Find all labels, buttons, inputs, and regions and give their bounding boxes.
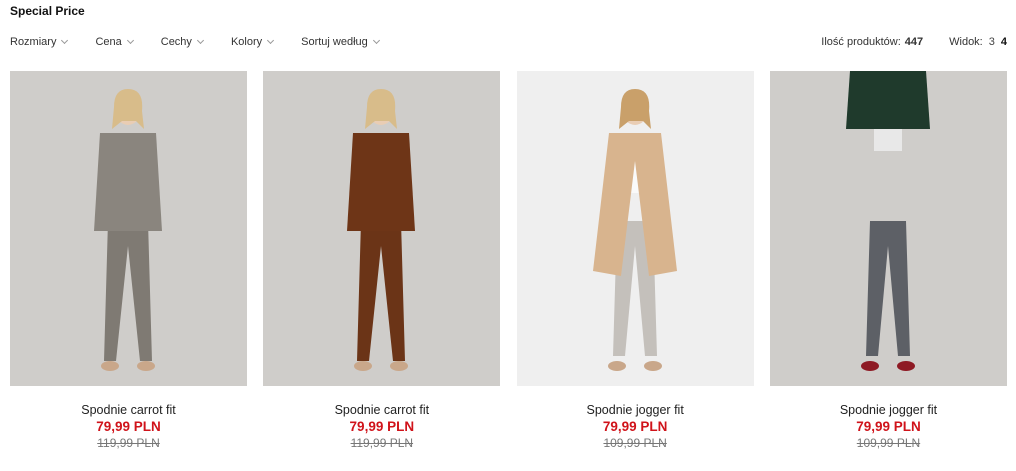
filter-price[interactable]: Cena — [95, 36, 134, 48]
product-price: 79,99 PLN — [96, 419, 161, 434]
product-old-price: 109,99 PLN — [856, 436, 921, 450]
filter-sort[interactable]: Sortuj według — [301, 36, 380, 48]
product-name[interactable]: Spodnie carrot fit — [81, 403, 176, 417]
product-old-price: 119,99 PLN — [350, 436, 414, 450]
product-card[interactable]: Spodnie jogger fit 79,99 PLN 109,99 PLN — [769, 71, 1007, 450]
filter-label: Rozmiary — [10, 36, 57, 48]
product-image[interactable] — [516, 71, 754, 386]
filter-bar: Rozmiary Cena Cechy Kolory Sortuj według — [10, 34, 407, 50]
product-name[interactable]: Spodnie jogger fit — [587, 403, 684, 417]
chevron-down-icon — [267, 36, 275, 45]
page-title: Special Price — [10, 4, 85, 18]
product-card[interactable]: Spodnie jogger fit 79,99 PLN 109,99 PLN — [516, 71, 754, 450]
filter-label: Kolory — [230, 36, 263, 48]
product-grid: Spodnie carrot fit 79,99 PLN 119,99 PLN … — [10, 71, 1007, 450]
product-image[interactable] — [10, 71, 247, 386]
product-card[interactable]: Spodnie carrot fit 79,99 PLN 119,99 PLN — [263, 71, 501, 450]
filter-label: Sortuj według — [301, 36, 368, 48]
product-price: 79,99 PLN — [602, 419, 668, 434]
product-count: 447 — [904, 36, 924, 48]
filter-label: Cechy — [160, 36, 192, 48]
product-name[interactable]: Spodnie carrot fit — [335, 403, 430, 417]
chevron-down-icon — [196, 36, 204, 45]
product-name[interactable]: Spodnie jogger fit — [840, 403, 937, 417]
product-card[interactable]: Spodnie carrot fit 79,99 PLN 119,99 PLN — [10, 71, 247, 450]
product-image[interactable] — [769, 71, 1007, 386]
product-image[interactable] — [263, 71, 501, 386]
listing-meta: Ilość produktów: 447 Widok: 3 4 — [821, 34, 1007, 50]
product-old-price: 109,99 PLN — [603, 436, 667, 450]
chevron-down-icon — [61, 36, 69, 45]
filter-sizes[interactable]: Rozmiary — [10, 36, 69, 48]
product-price: 79,99 PLN — [349, 419, 415, 434]
product-count-label: Ilość produktów: — [821, 36, 901, 48]
filter-features[interactable]: Cechy — [160, 36, 204, 48]
view-option-4[interactable]: 4 — [1001, 36, 1007, 48]
filter-colors[interactable]: Kolory — [230, 36, 275, 48]
filter-label: Cena — [95, 36, 122, 48]
product-old-price: 119,99 PLN — [97, 436, 160, 450]
product-price: 79,99 PLN — [856, 419, 921, 434]
chevron-down-icon — [126, 36, 134, 45]
chevron-down-icon — [372, 36, 380, 45]
view-option-3[interactable]: 3 — [989, 36, 995, 48]
view-label: Widok: — [949, 36, 983, 48]
